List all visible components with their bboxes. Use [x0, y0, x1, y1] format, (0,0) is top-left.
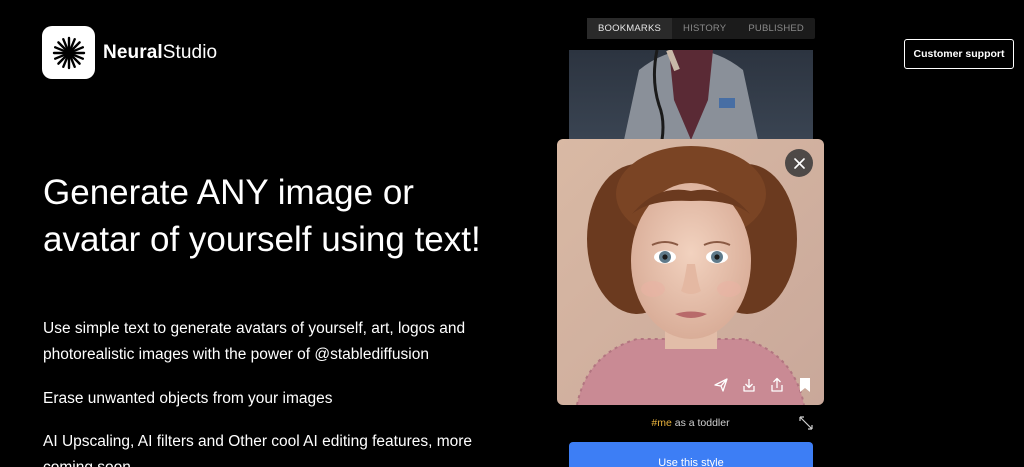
caption-text: as a toddler — [671, 417, 730, 429]
close-preview-button[interactable] — [785, 149, 813, 177]
image-actions — [712, 376, 814, 394]
asterisk-burst-icon — [42, 26, 95, 79]
download-icon[interactable] — [740, 376, 758, 394]
share-icon[interactable] — [768, 376, 786, 394]
tab-published[interactable]: PUBLISHED — [737, 18, 815, 39]
feature-erase-objects: Erase unwanted objects from your images — [43, 390, 333, 407]
tab-bookmarks[interactable]: BOOKMARKS — [587, 18, 673, 39]
feature-text-generation: Use simple text to generate avatars of y… — [43, 320, 466, 363]
image-caption: #me as a toddler — [557, 417, 824, 429]
brand-name: NeuralStudio — [103, 41, 218, 63]
brand-logo[interactable]: NeuralStudio — [42, 26, 217, 79]
hero-title: Generate ANY image or avatar of yourself… — [43, 173, 481, 259]
send-icon[interactable] — [712, 376, 730, 394]
close-icon — [793, 157, 805, 169]
expand-icon[interactable] — [799, 416, 813, 430]
preview-image-toddler[interactable] — [557, 139, 824, 405]
bookmark-icon[interactable] — [796, 376, 814, 394]
gallery-tabs: BOOKMARKS HISTORY PUBLISHED — [587, 18, 815, 39]
use-style-button[interactable]: Use this style — [569, 442, 813, 467]
customer-support-button[interactable]: Customer support — [904, 39, 1014, 69]
gallery-image-doctor[interactable] — [569, 50, 813, 140]
caption-tag[interactable]: #me — [651, 417, 671, 429]
feature-upscaling: AI Upscaling, AI filters and Other cool … — [43, 433, 473, 467]
tab-history[interactable]: HISTORY — [672, 18, 737, 39]
